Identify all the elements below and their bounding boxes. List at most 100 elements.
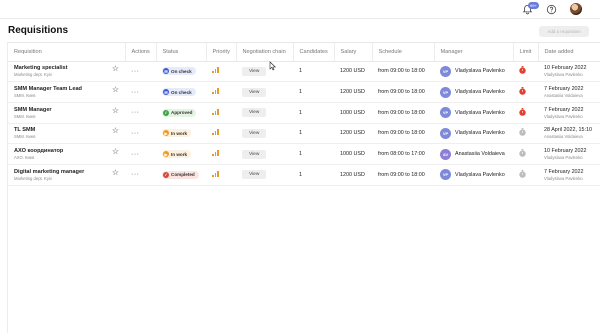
view-chain-button[interactable]: View xyxy=(242,170,267,180)
column-header-schedule[interactable]: Schedule xyxy=(372,43,435,62)
requisition-cell[interactable]: ☆ Digital marketing manager Marketing de… xyxy=(8,164,125,186)
date-added: 7 February 2022 xyxy=(544,168,584,175)
view-chain-button[interactable]: View xyxy=(242,149,267,159)
table-row[interactable]: ☆ TL SMM SMM. Киев ··· ▶ In work View 1 … xyxy=(8,123,600,145)
priority-cell xyxy=(206,123,236,145)
help-icon[interactable] xyxy=(546,4,557,15)
requisition-title[interactable]: Digital marketing manager xyxy=(14,169,125,175)
priority-bars-icon xyxy=(212,67,219,74)
add-requisition-button[interactable]: Add a requisition xyxy=(539,26,589,37)
status-badge[interactable]: ✓ Approved xyxy=(162,108,197,117)
status-badge[interactable]: ✉ On check xyxy=(162,67,196,76)
more-actions-icon[interactable]: ··· xyxy=(131,151,140,158)
view-chain-button[interactable]: View xyxy=(242,128,267,138)
star-icon[interactable]: ☆ xyxy=(112,86,119,94)
column-header-priority[interactable]: Priority xyxy=(206,43,237,62)
more-actions-icon[interactable]: ··· xyxy=(131,89,140,96)
more-actions-icon[interactable]: ··· xyxy=(131,171,140,178)
column-header-manager[interactable]: Manager xyxy=(434,43,514,62)
priority-cell xyxy=(206,102,236,124)
column-header-status[interactable]: Status xyxy=(156,43,207,62)
requisition-cell[interactable]: ☆ SMM Manager Team Lead SMM. Киев xyxy=(8,81,125,103)
limit-cell xyxy=(513,102,538,124)
view-chain-button[interactable]: View xyxy=(242,87,267,97)
table-row[interactable]: ☆ SMM Manager SMM. Киев ··· ✓ Approved V… xyxy=(8,102,600,124)
more-actions-icon[interactable]: ··· xyxy=(131,68,140,75)
requisition-title[interactable]: SMM Manager Team Lead xyxy=(14,86,125,92)
star-icon[interactable]: ☆ xyxy=(112,168,119,177)
candidates-cell[interactable]: 1 xyxy=(293,81,334,103)
salary-cell: 1200 USD xyxy=(334,164,372,186)
requisition-department: АХО. Киев xyxy=(14,155,35,161)
status-label: In work xyxy=(171,130,188,136)
manager-name: Vladyslava Pavlenko xyxy=(455,68,505,75)
star-icon[interactable]: ☆ xyxy=(112,148,119,156)
priority-cell xyxy=(206,61,236,83)
date-added-cell: 10 February 2022 Vladyslava Pavlenko xyxy=(538,61,600,83)
requisition-cell[interactable]: ☆ SMM Manager SMM. Киев xyxy=(8,102,125,124)
mouse-cursor-icon xyxy=(269,61,277,71)
stopwatch-icon xyxy=(519,66,526,75)
table-row[interactable]: ☆ АХО координатор АХО. Киев ··· ▶ In wor… xyxy=(8,143,600,165)
candidates-cell[interactable]: 1 xyxy=(293,61,334,83)
status-icon: ▶ xyxy=(163,130,169,137)
limit-cell xyxy=(513,81,538,103)
requisition-cell[interactable]: ☆ АХО координатор АХО. Киев xyxy=(8,143,125,165)
requisition-cell[interactable]: ☆ Marketing specialist Marketing dept. K… xyxy=(8,61,125,83)
requisition-title[interactable]: SMM Manager xyxy=(14,107,125,113)
view-chain-button[interactable]: View xyxy=(242,108,267,118)
status-badge[interactable]: ✉ On check xyxy=(162,88,196,97)
column-header-limit[interactable]: Limit xyxy=(513,43,539,62)
priority-bars-icon xyxy=(212,108,219,115)
status-icon: ✉ xyxy=(163,68,169,75)
status-badge[interactable]: ✓ Completed xyxy=(162,170,199,179)
actions-cell: ··· xyxy=(125,164,156,186)
table-row[interactable]: ☆ Marketing specialist Marketing dept. K… xyxy=(8,61,600,83)
manager-name: Vladyslava Pavlenko xyxy=(455,89,505,96)
stopwatch-icon xyxy=(519,149,526,157)
requisitions-table: Requisition Actions Status Priority Nego… xyxy=(7,42,600,333)
column-header-candidates[interactable]: Candidates xyxy=(293,43,335,62)
date-added-cell: 7 February 2022 Vladyslava Pavlenko xyxy=(538,102,600,124)
negotiation-chain-cell: View xyxy=(236,61,293,83)
status-icon: ▶ xyxy=(163,151,169,158)
candidates-cell[interactable]: 1 xyxy=(293,123,334,145)
candidates-cell[interactable]: 1 xyxy=(293,102,334,124)
column-header-salary[interactable]: Salary xyxy=(334,43,373,62)
priority-cell xyxy=(206,164,236,186)
manager-name: Vladyslava Pavlenko xyxy=(455,171,505,178)
status-label: On check xyxy=(171,68,192,74)
stopwatch-icon xyxy=(519,169,526,178)
requisition-title[interactable]: Marketing specialist xyxy=(14,65,125,71)
added-by: Vladyslava Pavlenko xyxy=(544,175,583,181)
added-by: Anastasiia Voldaieva xyxy=(544,93,583,99)
requisition-title[interactable]: TL SMM xyxy=(14,127,125,133)
requisition-cell[interactable]: ☆ TL SMM SMM. Киев xyxy=(8,123,125,145)
negotiation-chain-cell: View xyxy=(236,81,293,103)
candidates-cell[interactable]: 1 xyxy=(293,164,334,186)
more-actions-icon[interactable]: ··· xyxy=(131,109,140,116)
star-icon[interactable]: ☆ xyxy=(112,127,119,135)
actions-cell: ··· xyxy=(125,61,156,83)
column-header-date-added[interactable]: Date added xyxy=(538,43,600,62)
status-cell: ▶ In work xyxy=(156,143,206,165)
manager-cell: VP Vladyslava Pavlenko xyxy=(434,102,513,124)
table-row[interactable]: ☆ Digital marketing manager Marketing de… xyxy=(8,164,600,186)
view-chain-button[interactable]: View xyxy=(242,66,267,76)
status-badge[interactable]: ▶ In work xyxy=(162,150,192,159)
table-row[interactable]: ☆ SMM Manager Team Lead SMM. Киев ··· ✉ … xyxy=(8,81,600,103)
negotiation-chain-cell: View xyxy=(236,164,293,186)
column-header-requisition[interactable]: Requisition xyxy=(8,43,126,62)
star-icon[interactable]: ☆ xyxy=(112,106,119,115)
candidates-cell[interactable]: 1 xyxy=(293,143,334,165)
user-avatar[interactable] xyxy=(570,3,582,15)
negotiation-chain-cell: View xyxy=(236,102,293,124)
salary-cell: 1200 USD xyxy=(334,123,372,145)
star-icon[interactable]: ☆ xyxy=(112,65,119,73)
status-badge[interactable]: ▶ In work xyxy=(162,129,192,138)
requisition-title[interactable]: АХО координатор xyxy=(14,148,125,154)
manager-name: Vladyslava Pavlenko xyxy=(455,130,505,137)
status-cell: ✉ On check xyxy=(156,81,206,103)
manager-avatar: VP xyxy=(440,169,451,181)
more-actions-icon[interactable]: ··· xyxy=(131,130,140,137)
